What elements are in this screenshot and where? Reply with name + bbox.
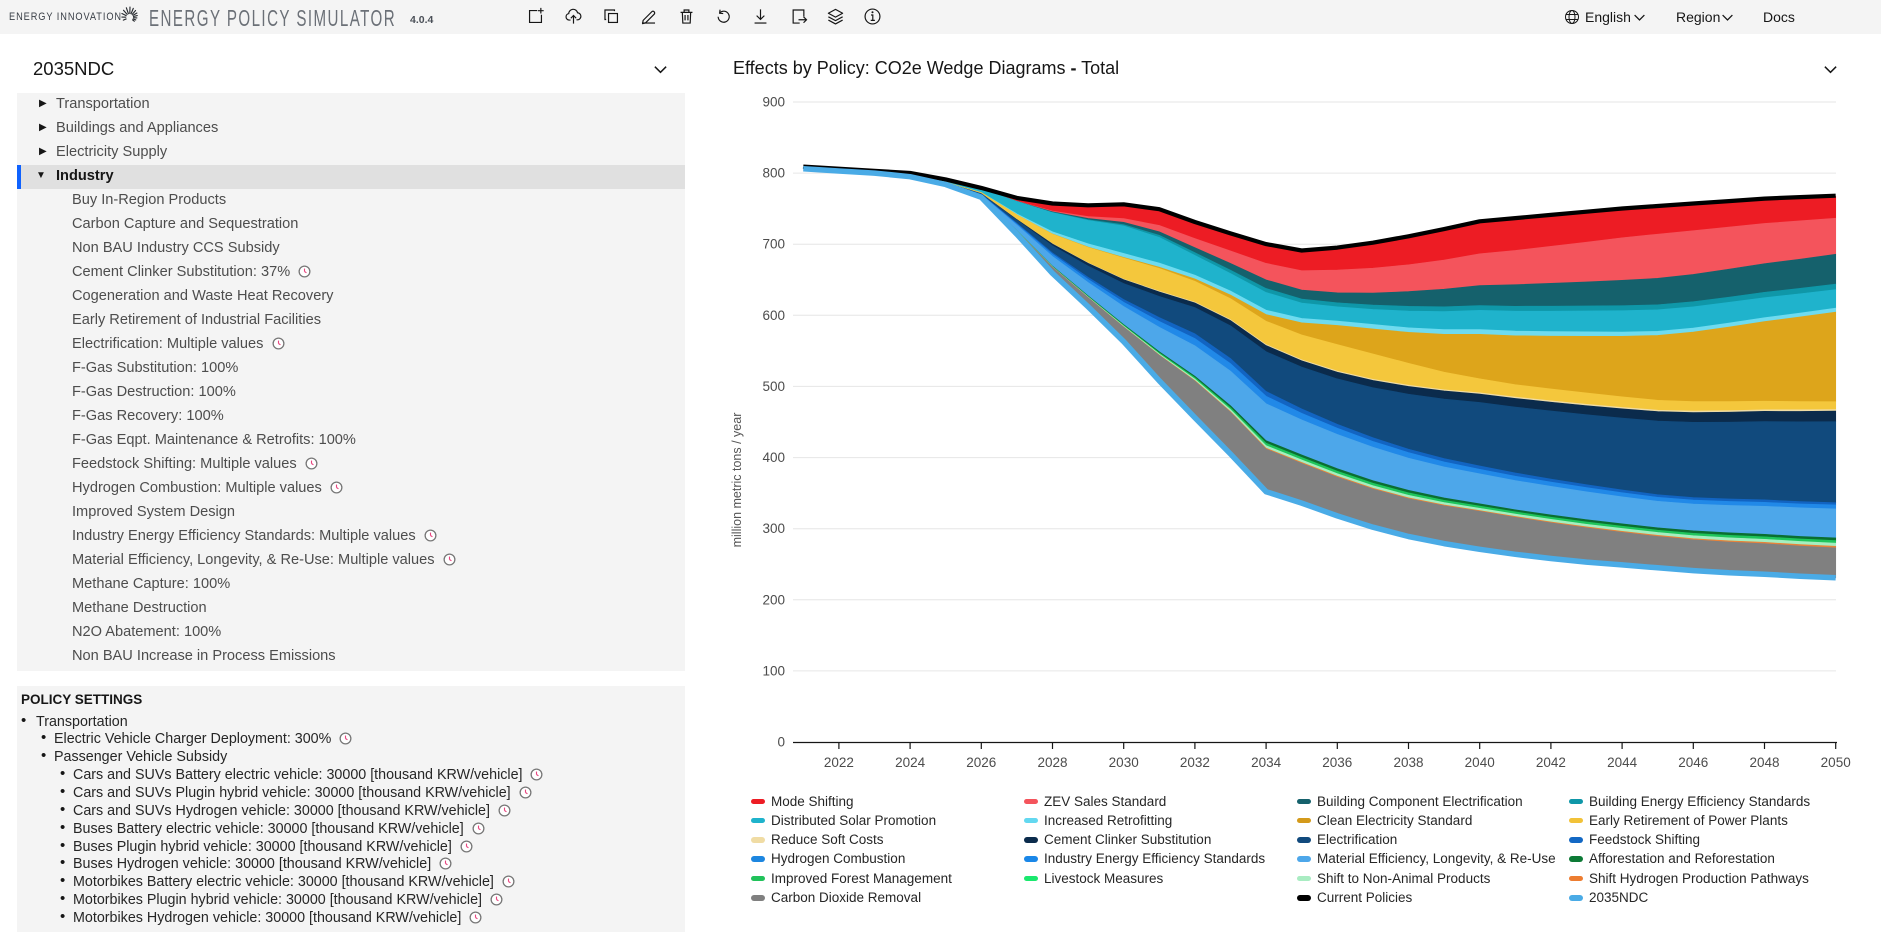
svg-text:600: 600 xyxy=(762,308,785,323)
svg-text:500: 500 xyxy=(762,379,785,394)
svg-text:300: 300 xyxy=(762,521,785,536)
svg-text:2032: 2032 xyxy=(1180,755,1210,770)
svg-text:800: 800 xyxy=(762,166,785,181)
svg-text:2046: 2046 xyxy=(1678,755,1708,770)
svg-text:2038: 2038 xyxy=(1393,755,1423,770)
svg-text:700: 700 xyxy=(762,237,785,252)
svg-text:2042: 2042 xyxy=(1536,755,1566,770)
svg-text:2034: 2034 xyxy=(1251,755,1282,770)
svg-text:2050: 2050 xyxy=(1821,755,1851,770)
svg-text:200: 200 xyxy=(762,592,785,607)
svg-text:0: 0 xyxy=(777,735,785,750)
svg-text:2040: 2040 xyxy=(1465,755,1495,770)
svg-text:2048: 2048 xyxy=(1749,755,1779,770)
svg-text:900: 900 xyxy=(762,95,785,110)
svg-text:400: 400 xyxy=(762,450,785,465)
svg-text:2028: 2028 xyxy=(1037,755,1067,770)
svg-text:2044: 2044 xyxy=(1607,755,1638,770)
svg-text:100: 100 xyxy=(762,663,785,678)
svg-text:million metric tons / year: million metric tons / year xyxy=(730,413,744,548)
svg-text:2022: 2022 xyxy=(824,755,854,770)
svg-text:2030: 2030 xyxy=(1109,755,1139,770)
svg-text:2026: 2026 xyxy=(966,755,996,770)
svg-text:2024: 2024 xyxy=(895,755,926,770)
svg-text:2036: 2036 xyxy=(1322,755,1352,770)
